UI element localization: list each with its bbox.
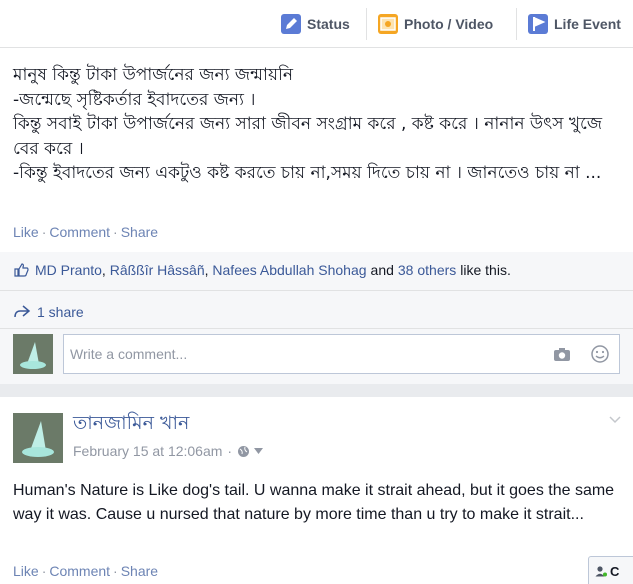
avatar[interactable] — [13, 413, 63, 463]
comma: , — [204, 262, 213, 278]
separator-dot: · — [227, 443, 233, 459]
shares-summary[interactable]: 1 share — [13, 304, 84, 320]
post-text: মানুষ কিন্তু টাকা উপার্জনের জন্য জন্মায়… — [13, 65, 603, 183]
divider — [516, 8, 517, 40]
divider — [366, 8, 367, 40]
like-suffix: like this. — [460, 262, 511, 278]
share-arrow-icon — [13, 305, 31, 319]
comment-box — [63, 334, 620, 374]
status-tab[interactable]: Status — [281, 0, 350, 47]
shares-count: 1 share — [37, 304, 84, 320]
photo-video-tab-label: Photo / Video — [404, 15, 494, 32]
chat-label: C — [610, 563, 620, 579]
separator-dot: · — [113, 224, 118, 240]
like-link[interactable]: Like — [13, 224, 39, 240]
liker-name[interactable]: MD Pranto — [35, 262, 102, 278]
comment-input[interactable] — [70, 344, 540, 364]
separator-dot: · — [41, 563, 47, 579]
status-tab-label: Status — [307, 15, 350, 32]
life-event-tab-label: Life Event — [554, 15, 621, 32]
post-actions: Like · Comment · Share — [13, 224, 158, 240]
post-text: Human's Nature is Like dog's tail. U wan… — [13, 482, 615, 523]
chat-user-icon — [595, 565, 607, 577]
feedback-section: MD Pranto, Râßßîr Hâssâñ, Nafees Abdulla… — [0, 252, 633, 384]
pencil-icon — [281, 13, 301, 34]
divider — [0, 328, 633, 329]
likes-summary: MD Pranto, Râßßîr Hâssâñ, Nafees Abdulla… — [13, 262, 511, 278]
camera-icon[interactable] — [553, 346, 571, 362]
post-meta: February 15 at 12:06am · — [73, 443, 264, 459]
emoji-icon[interactable] — [591, 345, 609, 363]
comment-link[interactable]: Comment — [49, 224, 110, 240]
flag-icon — [528, 13, 548, 34]
thumbs-up-icon — [13, 262, 29, 278]
photo-icon — [378, 13, 398, 34]
like-link[interactable]: Like — [13, 563, 39, 579]
caret-down-icon[interactable] — [254, 448, 264, 454]
timestamp[interactable]: February 15 at 12:06am — [73, 443, 222, 459]
post-actions: Like · Comment · Share — [13, 563, 158, 579]
comment-link[interactable]: Comment — [49, 563, 110, 579]
life-event-tab[interactable]: Life Event — [528, 0, 621, 47]
separator-dot: · — [113, 563, 118, 579]
avatar[interactable] — [13, 334, 53, 374]
liker-name[interactable]: Nafees Abdullah Shohag — [212, 262, 366, 278]
chat-tab[interactable]: C — [588, 556, 633, 584]
post-card: তানজামিন খান February 15 at 12:06am · Hu… — [0, 397, 633, 584]
composer-bar: Status Photo / Video Life Event — [0, 0, 633, 48]
others-link[interactable]: 38 others — [398, 262, 456, 278]
and-text: and — [370, 262, 394, 278]
chevron-down-icon[interactable] — [609, 413, 621, 427]
post-card: মানুষ কিন্তু টাকা উপার্জনের জন্য জন্মায়… — [0, 48, 633, 384]
divider — [0, 290, 633, 291]
photo-video-tab[interactable]: Photo / Video — [378, 0, 493, 47]
author-name[interactable]: তানজামিন খান — [73, 409, 189, 441]
share-link[interactable]: Share — [121, 563, 158, 579]
comma: , — [101, 262, 110, 278]
liker-name[interactable]: Râßßîr Hâssâñ — [110, 262, 205, 278]
separator-dot: · — [41, 224, 47, 240]
share-link[interactable]: Share — [121, 224, 158, 240]
globe-icon[interactable] — [237, 445, 250, 458]
